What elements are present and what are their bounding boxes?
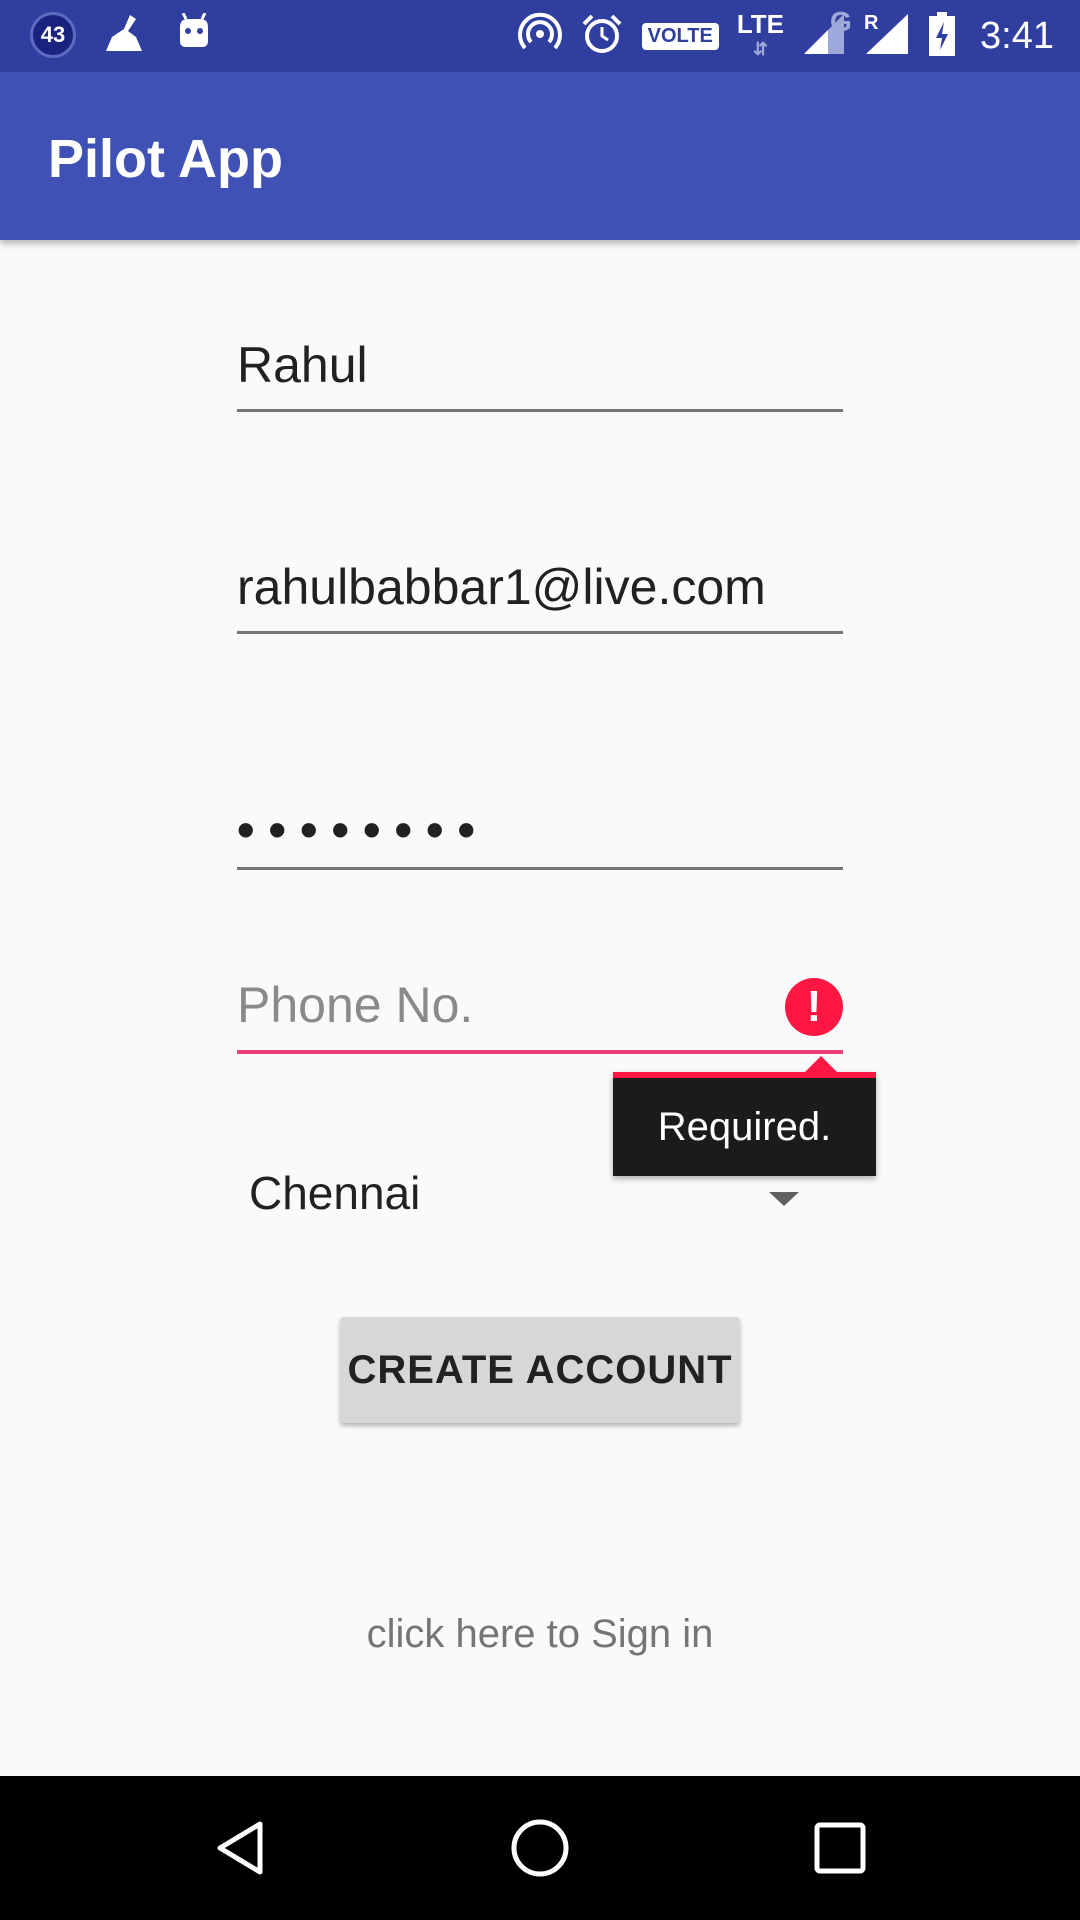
network-g-label: G	[830, 5, 852, 37]
sign-in-link[interactable]: click here to Sign in	[0, 1612, 1080, 1657]
create-account-button[interactable]: CREATE ACCOUNT	[340, 1317, 740, 1423]
city-spinner[interactable]: Chennai	[249, 1166, 809, 1230]
alarm-icon	[580, 12, 624, 61]
phone-underline	[237, 1050, 843, 1054]
email-field[interactable]: rahulbabbar1@live.com	[237, 558, 843, 634]
name-underline	[237, 409, 843, 412]
hotspot-icon	[517, 12, 562, 61]
email-value: rahulbabbar1@live.com	[237, 559, 766, 615]
lte-icon: LTE ⇵	[736, 8, 785, 59]
app-title: Pilot App	[48, 129, 283, 189]
name-value: Rahul	[237, 337, 368, 393]
password-value: ••••••••	[237, 802, 490, 858]
lte-label: LTE	[736, 8, 785, 39]
recents-icon[interactable]	[804, 1812, 876, 1884]
navigation-bar	[0, 1776, 1080, 1920]
error-icon: !	[785, 978, 843, 1036]
roaming-label: R	[864, 11, 879, 34]
clock-time: 3:41	[980, 14, 1054, 57]
name-field[interactable]: Rahul	[237, 336, 843, 412]
status-bar: 43 VOLTE LTE ⇵ G R 3:41	[0, 0, 1080, 72]
error-tooltip-arrow	[805, 1056, 837, 1072]
password-underline	[237, 867, 843, 870]
email-underline	[237, 631, 843, 634]
broom-icon	[102, 13, 148, 58]
back-icon[interactable]	[204, 1812, 276, 1884]
app-bar: Pilot App	[0, 72, 1080, 240]
error-tooltip: Required.	[613, 1072, 876, 1176]
home-icon[interactable]	[504, 1812, 576, 1884]
password-field[interactable]: ••••••••	[237, 798, 843, 870]
phone-placeholder: Phone No.	[237, 977, 474, 1033]
android-icon	[174, 11, 214, 58]
battery-charging-icon	[928, 11, 956, 61]
dropdown-arrow-icon	[769, 1192, 799, 1206]
notification-badge: 43	[30, 12, 76, 58]
city-selected: Chennai	[249, 1167, 421, 1219]
volte-icon: VOLTE	[641, 22, 719, 50]
phone-field[interactable]: Phone No. !	[237, 976, 843, 1054]
signal-roaming-icon: G R	[830, 6, 910, 61]
